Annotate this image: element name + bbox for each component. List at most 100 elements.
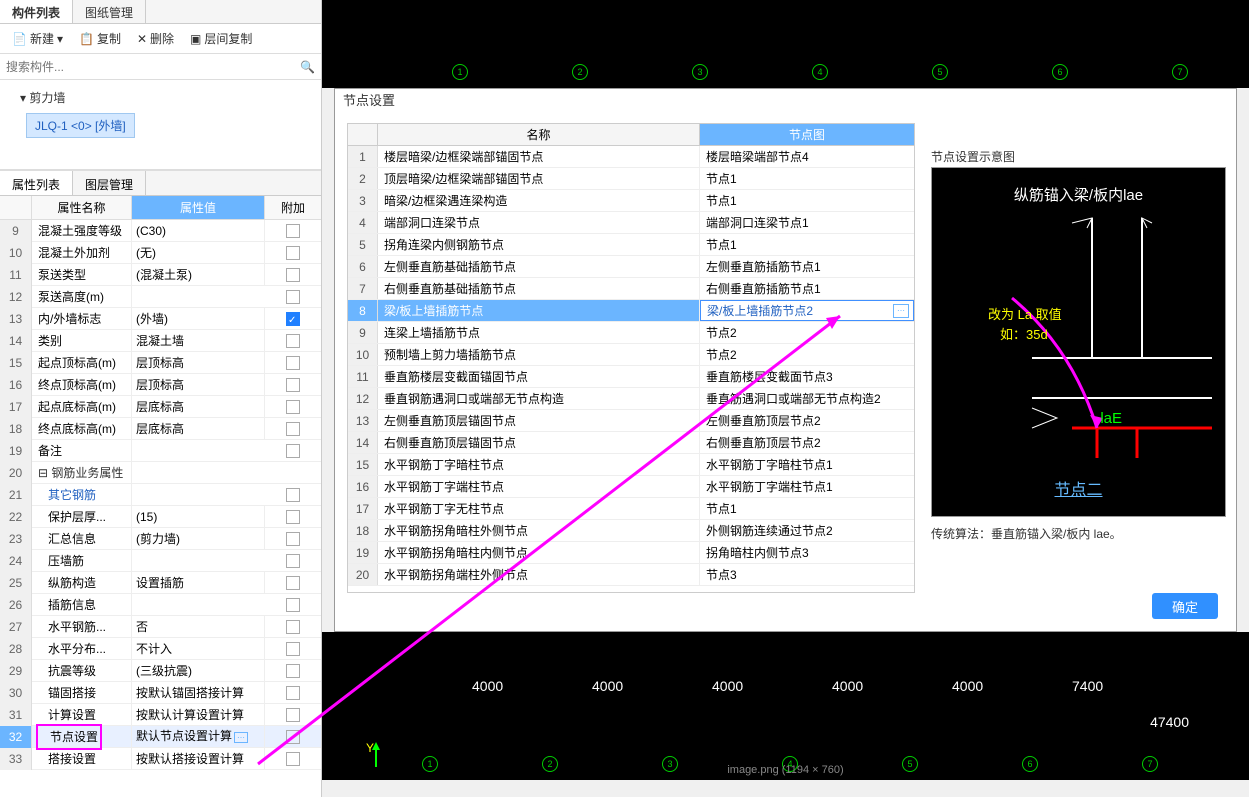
node-value[interactable]: 节点2	[700, 322, 914, 343]
checkbox[interactable]	[286, 620, 300, 634]
property-row[interactable]: 27 水平钢筋...否	[0, 616, 321, 638]
cad-canvas-bottom[interactable]: 400040004000400040007400 47400 1234567 Y…	[322, 632, 1249, 780]
node-value[interactable]: 左侧垂直筋插筋节点1	[700, 256, 914, 277]
prop-extra[interactable]	[265, 352, 321, 374]
node-row[interactable]: 8梁/板上墙插筋节点梁/板上墙插筋节点2⋯	[348, 300, 914, 322]
node-row[interactable]: 13左侧垂直筋顶层锚固节点左侧垂直筋顶层节点2	[348, 410, 914, 432]
prop-extra[interactable]	[265, 308, 321, 330]
prop-value[interactable]: (剪力墙)	[132, 528, 265, 550]
node-row[interactable]: 7右侧垂直筋基础插筋节点右侧垂直筋插筋节点1	[348, 278, 914, 300]
node-row[interactable]: 2顶层暗梁/边框梁端部锚固节点节点1	[348, 168, 914, 190]
search-input[interactable]	[6, 60, 300, 74]
property-row[interactable]: 11泵送类型(混凝土泵)	[0, 264, 321, 286]
more-icon[interactable]: ⋯	[234, 732, 248, 743]
node-value[interactable]: 右侧垂直筋插筋节点1	[700, 278, 914, 299]
node-row[interactable]: 4端部洞口连梁节点端部洞口连梁节点1	[348, 212, 914, 234]
checkbox[interactable]	[286, 488, 300, 502]
prop-extra[interactable]	[265, 330, 321, 352]
checkbox[interactable]	[286, 686, 300, 700]
prop-value[interactable]: 按默认搭接设置计算	[132, 748, 265, 770]
prop-value[interactable]: (三级抗震)	[132, 660, 265, 682]
checkbox[interactable]	[286, 664, 300, 678]
prop-extra[interactable]	[265, 264, 321, 286]
property-row[interactable]: 23 汇总信息(剪力墙)	[0, 528, 321, 550]
tab-layers[interactable]: 图层管理	[73, 171, 146, 195]
prop-extra[interactable]	[265, 418, 321, 440]
prop-extra[interactable]	[265, 286, 321, 308]
property-row[interactable]: 21 其它钢筋	[0, 484, 321, 506]
checkbox[interactable]	[286, 356, 300, 370]
prop-value[interactable]: (C30)	[132, 220, 265, 242]
prop-value[interactable]: 否	[132, 616, 265, 638]
property-row[interactable]: 17起点底标高(m)层底标高	[0, 396, 321, 418]
prop-value[interactable]: (无)	[132, 242, 265, 264]
node-row[interactable]: 5拐角连梁内侧钢筋节点节点1	[348, 234, 914, 256]
prop-value[interactable]: 按默认锚固搭接计算	[132, 682, 265, 704]
prop-extra[interactable]	[265, 572, 321, 594]
tab-components[interactable]: 构件列表	[0, 0, 73, 23]
prop-value[interactable]: 层顶标高	[132, 374, 265, 396]
prop-value[interactable]: 混凝土墙	[132, 330, 265, 352]
node-value[interactable]: 节点1	[700, 168, 914, 189]
prop-extra[interactable]	[265, 660, 321, 682]
property-row[interactable]: 32 节点设置默认节点设置计算⋯	[0, 726, 321, 748]
copy-button[interactable]: 📋 复制	[73, 28, 127, 49]
prop-value[interactable]: 按默认计算设置计算	[132, 704, 265, 726]
prop-extra[interactable]	[265, 726, 321, 748]
node-value[interactable]: 外侧钢筋连续通过节点2	[700, 520, 914, 541]
property-row[interactable]: 33 搭接设置按默认搭接设置计算	[0, 748, 321, 770]
col-value[interactable]: 属性值	[132, 196, 265, 219]
checkbox[interactable]	[286, 444, 300, 458]
node-value[interactable]: 垂直筋遇洞口或端部无节点构造2	[700, 388, 914, 409]
tab-properties[interactable]: 属性列表	[0, 171, 73, 195]
node-row[interactable]: 10预制墙上剪力墙插筋节点节点2	[348, 344, 914, 366]
checkbox[interactable]	[286, 708, 300, 722]
node-row[interactable]: 15水平钢筋丁字暗柱节点水平钢筋丁字暗柱节点1	[348, 454, 914, 476]
prop-extra[interactable]	[265, 682, 321, 704]
tree-root[interactable]: ▾ 剪力墙	[6, 86, 315, 109]
property-row[interactable]: 25 纵筋构造设置插筋	[0, 572, 321, 594]
layer-copy-button[interactable]: ▣ 层间复制	[184, 28, 258, 49]
checkbox[interactable]	[286, 576, 300, 590]
property-row[interactable]: 26 插筋信息	[0, 594, 321, 616]
checkbox[interactable]	[286, 290, 300, 304]
node-value[interactable]: 节点2	[700, 344, 914, 365]
checkbox[interactable]	[286, 224, 300, 238]
checkbox[interactable]	[286, 554, 300, 568]
property-row[interactable]: 29 抗震等级(三级抗震)	[0, 660, 321, 682]
property-row[interactable]: 10混凝土外加剂(无)	[0, 242, 321, 264]
property-row[interactable]: 16终点顶标高(m)层顶标高	[0, 374, 321, 396]
prop-extra[interactable]	[265, 396, 321, 418]
prop-extra[interactable]	[265, 220, 321, 242]
prop-value[interactable]: (混凝土泵)	[132, 264, 265, 286]
prop-extra[interactable]	[265, 242, 321, 264]
property-row[interactable]: 13内/外墙标志(外墙)	[0, 308, 321, 330]
prop-value[interactable]: (外墙)	[132, 308, 265, 330]
node-row[interactable]: 18水平钢筋拐角暗柱外侧节点外侧钢筋连续通过节点2	[348, 520, 914, 542]
property-row[interactable]: 12泵送高度(m)	[0, 286, 321, 308]
node-value[interactable]: 水平钢筋丁字端柱节点1	[700, 476, 914, 497]
more-icon[interactable]: ⋯	[893, 304, 909, 318]
prop-extra[interactable]	[265, 550, 321, 572]
property-row[interactable]: 20⊟ 钢筋业务属性	[0, 462, 321, 484]
checkbox[interactable]	[286, 510, 300, 524]
node-value[interactable]: 楼层暗梁端部节点4	[700, 146, 914, 167]
prop-extra[interactable]	[265, 594, 321, 616]
node-row[interactable]: 17水平钢筋丁字无柱节点节点1	[348, 498, 914, 520]
node-row[interactable]: 6左侧垂直筋基础插筋节点左侧垂直筋插筋节点1	[348, 256, 914, 278]
prop-value[interactable]: 层顶标高	[132, 352, 265, 374]
col-name[interactable]: 名称	[378, 124, 700, 145]
node-row[interactable]: 1楼层暗梁/边框梁端部锚固节点楼层暗梁端部节点4	[348, 146, 914, 168]
property-row[interactable]: 30 锚固搭接按默认锚固搭接计算	[0, 682, 321, 704]
node-row[interactable]: 3暗梁/边框梁遇连梁构造节点1	[348, 190, 914, 212]
cad-canvas-top[interactable]: 1234567	[322, 0, 1249, 88]
tree-item[interactable]: JLQ-1 <0> [外墙]	[26, 113, 135, 138]
prop-value[interactable]: 层底标高	[132, 418, 265, 440]
checkbox[interactable]	[286, 400, 300, 414]
node-value[interactable]: 节点1	[700, 498, 914, 519]
property-row[interactable]: 24 压墙筋	[0, 550, 321, 572]
node-value[interactable]: 拐角暗柱内侧节点3	[700, 542, 914, 563]
node-value[interactable]: 水平钢筋丁字暗柱节点1	[700, 454, 914, 475]
new-button[interactable]: 📄 新建 ▾	[6, 28, 69, 49]
checkbox[interactable]	[286, 422, 300, 436]
